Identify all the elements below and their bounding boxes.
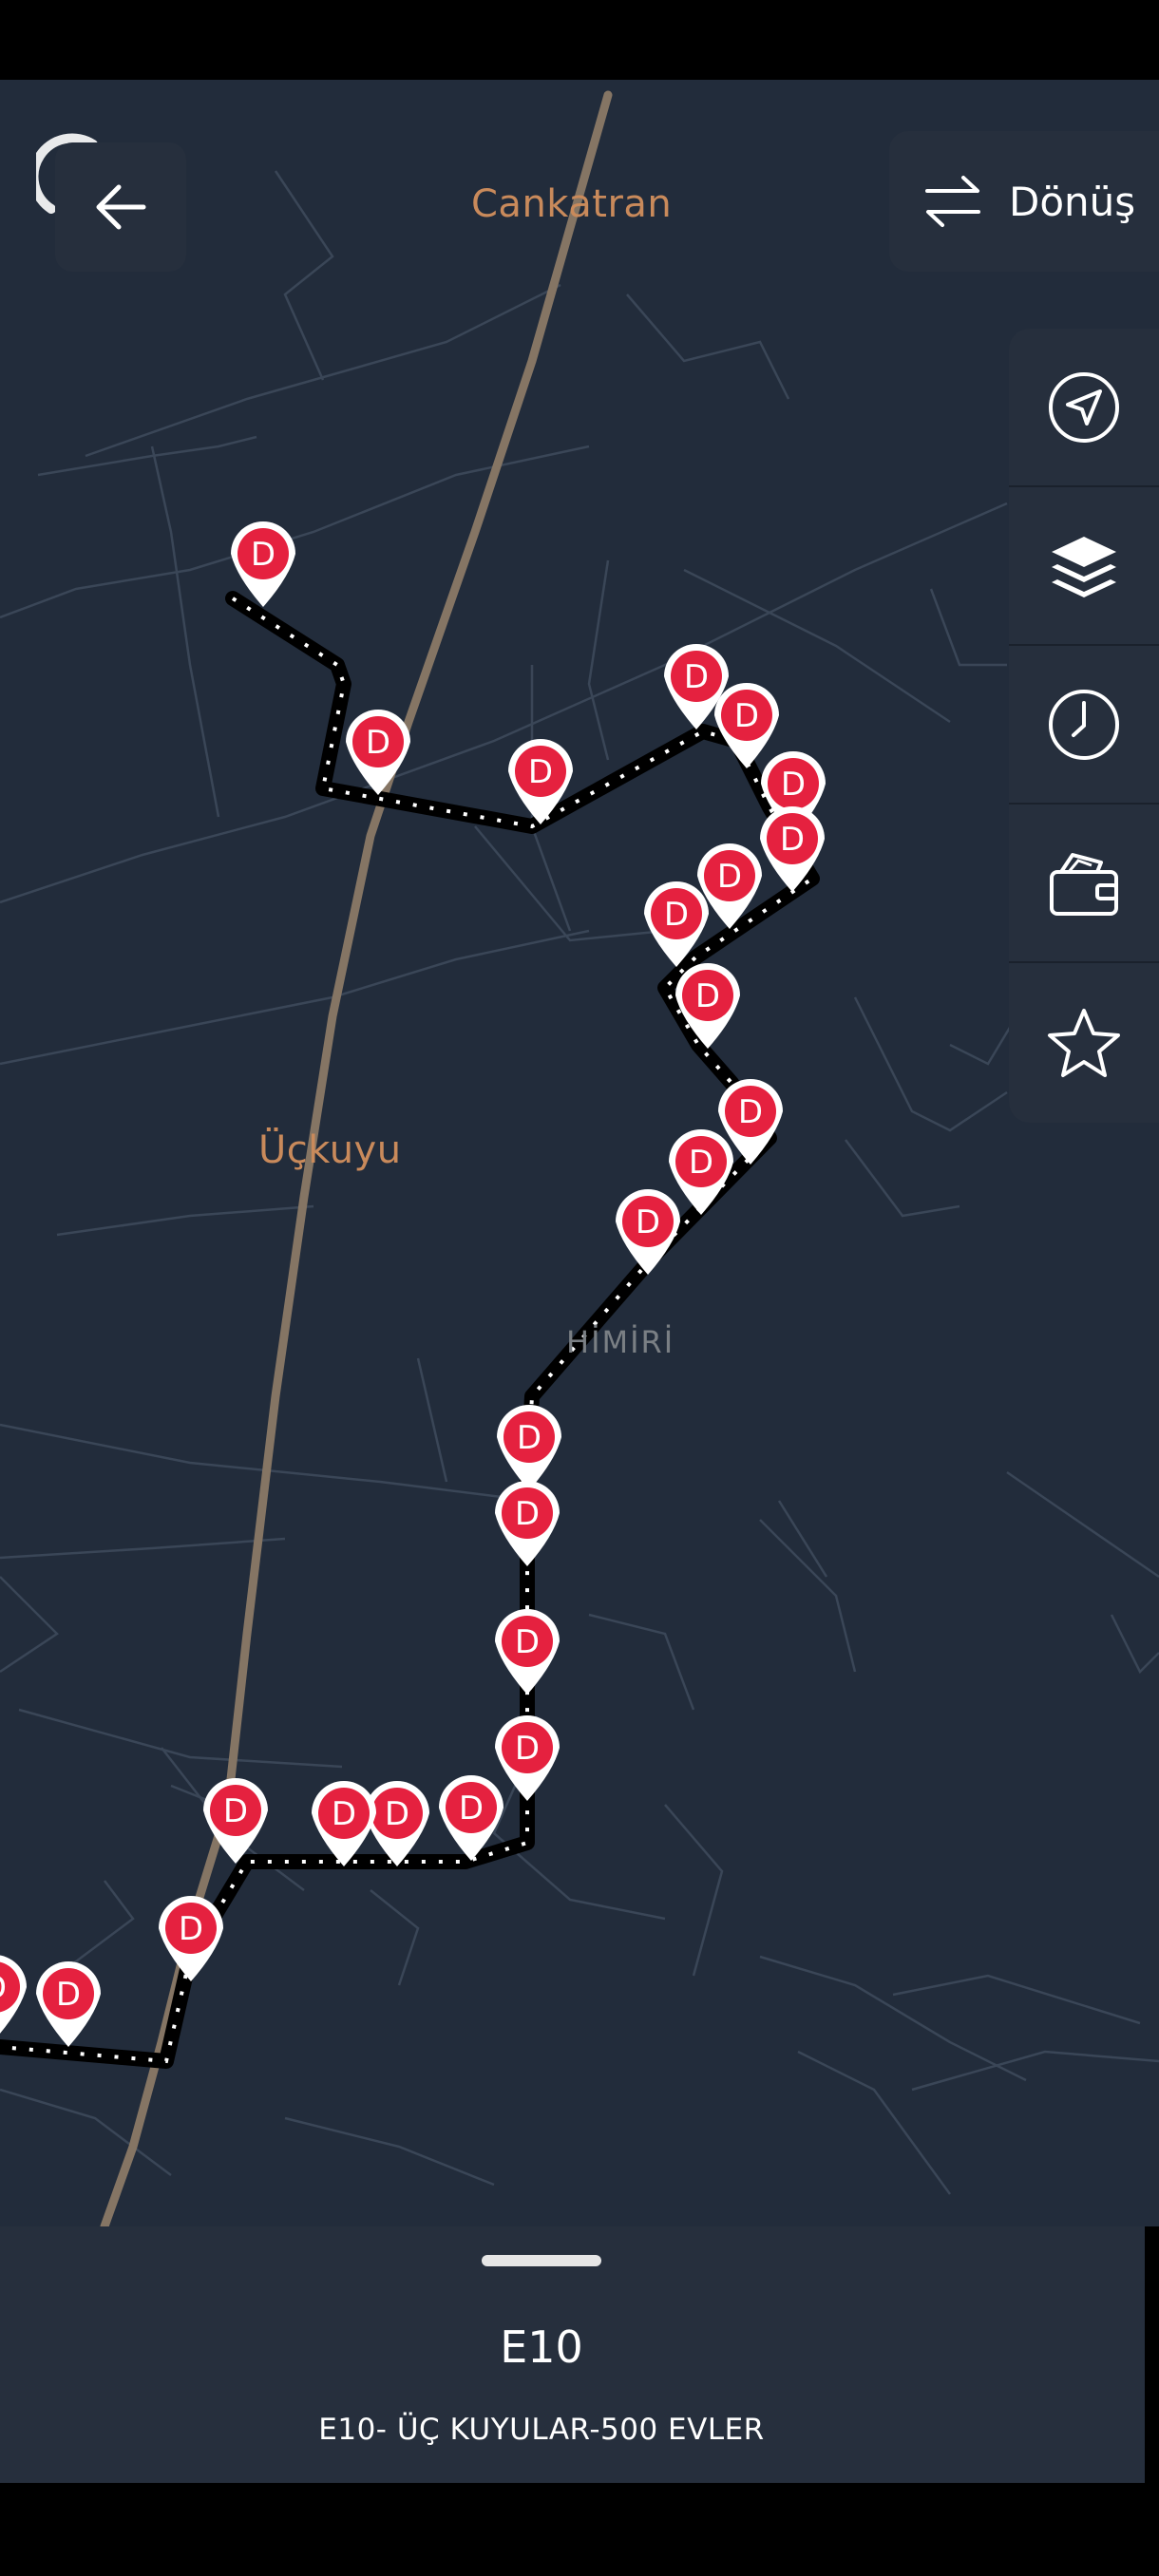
route-code: E10: [500, 2321, 583, 2373]
bus-stop-letter: D: [636, 1203, 660, 1241]
back-button[interactable]: [55, 142, 186, 272]
bus-stop-letter: D: [0, 1969, 7, 2007]
bus-stop-marker[interactable]: D: [230, 521, 296, 607]
district-label-himiri: HİMİRİ: [566, 1324, 675, 1360]
route-name: E10- ÜÇ KUYULAR-500 EVLER: [318, 2413, 765, 2447]
bus-stop-letter: D: [528, 753, 553, 791]
map-base: DDDDDDDDDDDDDDDDDDDDDDDD: [0, 90, 1159, 2226]
direction-label: Dönüş: [1009, 178, 1136, 225]
status-bar: [0, 0, 1159, 80]
navigate-icon: [1049, 371, 1119, 443]
bus-stop-letter: D: [251, 536, 276, 574]
bus-stop-marker[interactable]: D: [495, 1609, 560, 1695]
bus-stop-letter: D: [780, 821, 805, 859]
bus-stop-letter: D: [56, 1976, 81, 2014]
bus-stop-letter: D: [517, 1419, 542, 1457]
bus-stop-letter: D: [515, 1495, 540, 1533]
bus-stop-marker[interactable]: D: [346, 710, 410, 795]
bus-stop-letter: D: [781, 766, 806, 804]
bus-stop-letter: D: [179, 1910, 203, 1948]
route-info-sheet[interactable]: E10 E10- ÜÇ KUYULAR-500 EVLER: [0, 2226, 1145, 2483]
bus-stop-letter: D: [717, 858, 742, 896]
bus-stop-letter: D: [515, 1730, 540, 1768]
bus-stop-letter: D: [664, 896, 689, 934]
schedule-button[interactable]: [1009, 646, 1159, 805]
bus-stop-marker[interactable]: D: [669, 1129, 733, 1215]
my-location-button[interactable]: [1009, 329, 1159, 487]
bus-stop-marker[interactable]: D: [497, 1405, 561, 1490]
star-icon: [1048, 1008, 1120, 1077]
bus-stop-marker[interactable]: D: [714, 683, 779, 768]
map-layers-button[interactable]: [1009, 487, 1159, 646]
bus-stop-letter: D: [332, 1795, 356, 1833]
wallet-icon: [1050, 852, 1118, 916]
bus-stop-letter: D: [459, 1790, 484, 1828]
fare-button[interactable]: [1009, 805, 1159, 963]
map-tools-panel: [1009, 329, 1159, 1123]
layers-icon: [1052, 536, 1116, 597]
town-label-uckuyu: Üçkuyu: [258, 1128, 402, 1172]
bus-stop-marker[interactable]: D: [312, 1781, 376, 1866]
map-view[interactable]: DDDDDDDDDDDDDDDDDDDDDDDD Cankatran Üçkuy…: [0, 80, 1159, 2226]
bus-stop-marker[interactable]: D: [365, 1781, 429, 1866]
navigation-bar: [0, 2483, 1159, 2576]
bus-stop-letter: D: [385, 1795, 409, 1833]
swap-arrows-icon: [925, 176, 980, 227]
arrow-left-icon: [96, 184, 146, 230]
bus-stop-marker[interactable]: D: [495, 1481, 560, 1566]
bus-stop-letter: D: [695, 977, 720, 1015]
bus-stop-letter: D: [738, 1093, 763, 1131]
town-label-cankatran: Cankatran: [471, 182, 673, 226]
bus-stop-letter: D: [223, 1792, 248, 1830]
bus-stop-marker[interactable]: D: [36, 1961, 101, 2047]
sheet-drag-handle[interactable]: [482, 2255, 601, 2266]
bus-stop-marker[interactable]: D: [495, 1715, 560, 1801]
bus-stop-marker[interactable]: D: [0, 1955, 27, 2040]
clock-icon: [1049, 689, 1119, 760]
bus-stop-marker[interactable]: D: [616, 1189, 680, 1275]
screen-edge: [1145, 2226, 1159, 2483]
direction-toggle-button[interactable]: Dönüş: [889, 131, 1159, 272]
bus-stop-letter: D: [515, 1623, 540, 1661]
bus-stop-letter: D: [684, 658, 709, 696]
favorite-button[interactable]: [1009, 963, 1159, 1122]
bus-stop-letter: D: [734, 697, 759, 735]
bus-stop-letter: D: [689, 1144, 713, 1182]
bus-stop-marker[interactable]: D: [159, 1896, 223, 1981]
bus-stop-letter: D: [366, 724, 390, 762]
